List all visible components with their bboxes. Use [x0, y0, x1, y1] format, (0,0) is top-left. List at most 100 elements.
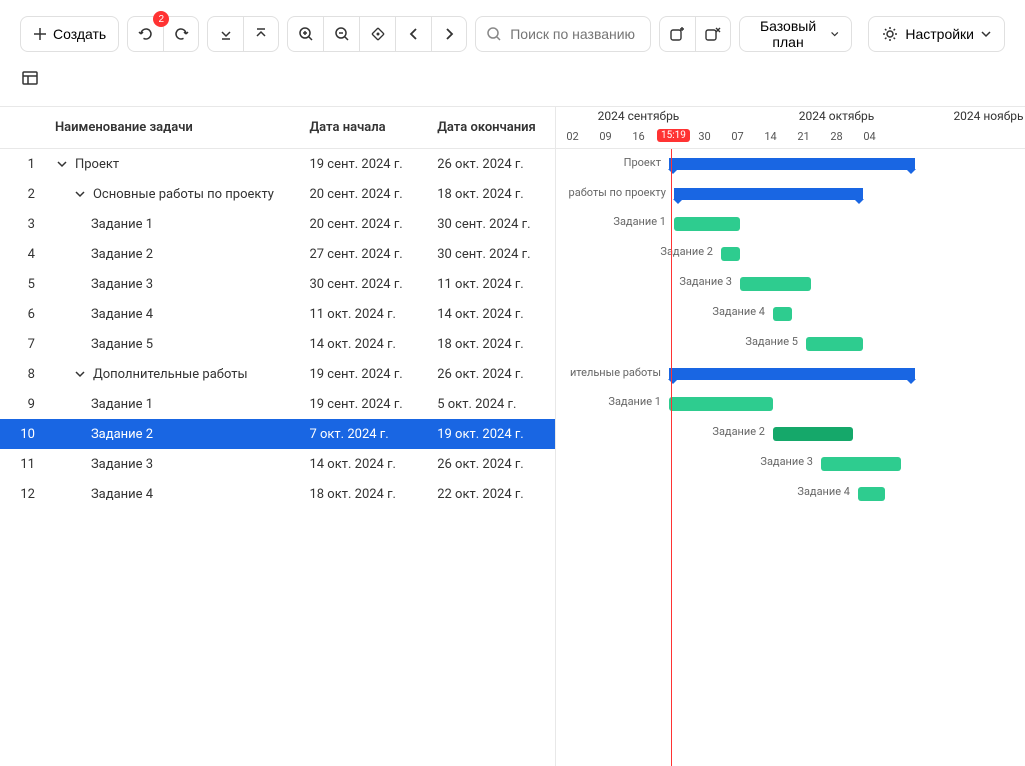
table-row[interactable]: 1Проект19 сент. 2024 г.26 окт. 2024 г.	[0, 149, 555, 179]
table-row[interactable]: 8Дополнительные работы19 сент. 2024 г.26…	[0, 359, 555, 389]
row-number: 3	[0, 209, 45, 239]
task-start-cell[interactable]: 7 окт. 2024 г.	[299, 419, 427, 449]
collapse-all-button[interactable]	[243, 16, 279, 52]
gantt-row: Задание 1	[556, 209, 1025, 239]
task-name-cell[interactable]: Задание 4	[45, 299, 300, 329]
table-row[interactable]: 12Задание 418 окт. 2024 г.22 окт. 2024 г…	[0, 479, 555, 509]
zoom-out-button[interactable]	[323, 16, 359, 52]
timeline-day-label: 09	[589, 128, 622, 149]
gantt-bar[interactable]: Проект	[669, 158, 915, 170]
task-end-cell[interactable]: 18 окт. 2024 г.	[427, 179, 555, 209]
task-start-cell[interactable]: 19 сент. 2024 г.	[299, 359, 427, 389]
task-end-cell[interactable]: 14 окт. 2024 г.	[427, 299, 555, 329]
table-row[interactable]: 2Основные работы по проекту20 сент. 2024…	[0, 179, 555, 209]
task-start-cell[interactable]: 18 окт. 2024 г.	[299, 479, 427, 509]
gantt-bar[interactable]: Задание 5	[806, 337, 863, 351]
task-start-cell[interactable]: 27 сент. 2024 г.	[299, 239, 427, 269]
table-row[interactable]: 9Задание 119 сент. 2024 г.5 окт. 2024 г.	[0, 389, 555, 419]
task-name-cell[interactable]: Дополнительные работы	[45, 359, 300, 389]
chevron-down-icon[interactable]	[55, 159, 69, 169]
table-row[interactable]: 7Задание 514 окт. 2024 г.18 окт. 2024 г.	[0, 329, 555, 359]
task-start-cell[interactable]: 30 сент. 2024 г.	[299, 269, 427, 299]
timeline-day-label: 07	[721, 128, 754, 149]
task-name-cell[interactable]: Задание 3	[45, 449, 300, 479]
task-name-cell[interactable]: Задание 2	[45, 419, 300, 449]
task-end-cell[interactable]: 18 окт. 2024 г.	[427, 329, 555, 359]
task-end-cell[interactable]: 26 окт. 2024 г.	[427, 149, 555, 179]
nav-next-button[interactable]	[431, 16, 467, 52]
gantt-bar[interactable]: Задание 2	[773, 427, 853, 441]
nav-prev-button[interactable]	[395, 16, 431, 52]
gantt-bar[interactable]: работы по проекту	[674, 188, 863, 200]
task-end-cell[interactable]: 30 сент. 2024 г.	[427, 239, 555, 269]
expand-all-button[interactable]	[207, 16, 243, 52]
task-end-cell[interactable]: 22 окт. 2024 г.	[427, 479, 555, 509]
task-start-cell[interactable]: 20 сент. 2024 г.	[299, 179, 427, 209]
gantt-bar[interactable]: Задание 4	[773, 307, 792, 321]
table-row[interactable]: 4Задание 227 сент. 2024 г.30 сент. 2024 …	[0, 239, 555, 269]
link-plus-button[interactable]	[659, 16, 695, 52]
gantt-bar[interactable]: Задание 1	[674, 217, 740, 231]
main-toolbar: Создать 2	[0, 0, 1025, 62]
chevron-down-icon[interactable]	[73, 189, 87, 199]
task-end-cell[interactable]: 26 окт. 2024 г.	[427, 449, 555, 479]
gantt-bar[interactable]: Задание 2	[721, 247, 740, 261]
row-number: 9	[0, 389, 45, 419]
plus-icon	[33, 27, 47, 41]
table-row[interactable]: 11Задание 314 окт. 2024 г.26 окт. 2024 г…	[0, 449, 555, 479]
task-name-cell[interactable]: Задание 3	[45, 269, 300, 299]
gantt-timeline-header: 2024 сентябрь2024 октябрь2024 ноябрь 020…	[556, 107, 1025, 149]
layout-toggle-button[interactable]	[20, 62, 52, 94]
task-start-cell[interactable]: 20 сент. 2024 г.	[299, 209, 427, 239]
zoom-in-icon	[298, 26, 314, 42]
task-name-cell[interactable]: Задание 1	[45, 209, 300, 239]
gantt-row: Задание 5	[556, 329, 1025, 359]
search-field[interactable]	[475, 16, 651, 52]
baseline-dropdown[interactable]: Базовый план	[739, 16, 852, 52]
task-end-cell[interactable]: 11 окт. 2024 г.	[427, 269, 555, 299]
settings-button[interactable]: Настройки	[868, 16, 1005, 52]
layout-icon	[20, 68, 40, 88]
gantt-bar[interactable]: ительные работы	[669, 368, 915, 380]
task-name-cell[interactable]: Проект	[45, 149, 300, 179]
create-button[interactable]: Создать	[20, 16, 119, 52]
task-name-cell[interactable]: Задание 2	[45, 239, 300, 269]
gantt-row: Задание 3	[556, 269, 1025, 299]
gantt-chart[interactable]: 2024 сентябрь2024 октябрь2024 ноябрь 020…	[556, 107, 1025, 766]
gantt-bar[interactable]: Задание 1	[669, 397, 773, 411]
link-remove-button[interactable]	[695, 16, 731, 52]
link-remove-icon	[704, 25, 722, 43]
task-start-cell[interactable]: 14 окт. 2024 г.	[299, 449, 427, 479]
zoom-in-button[interactable]	[287, 16, 323, 52]
task-name-cell[interactable]: Задание 5	[45, 329, 300, 359]
search-input[interactable]	[510, 26, 640, 42]
timeline-day-label: 28	[820, 128, 853, 149]
chevron-down-icon[interactable]	[73, 369, 87, 379]
table-row[interactable]: 10Задание 27 окт. 2024 г.19 окт. 2024 г.	[0, 419, 555, 449]
task-start-cell[interactable]: 19 сент. 2024 г.	[299, 389, 427, 419]
task-end-cell[interactable]: 26 окт. 2024 г.	[427, 359, 555, 389]
task-name-cell[interactable]: Задание 1	[45, 389, 300, 419]
table-row[interactable]: 3Задание 120 сент. 2024 г.30 сент. 2024 …	[0, 209, 555, 239]
gantt-bar[interactable]: Задание 3	[821, 457, 901, 471]
task-end-cell[interactable]: 30 сент. 2024 г.	[427, 209, 555, 239]
table-row[interactable]: 5Задание 330 сент. 2024 г.11 окт. 2024 г…	[0, 269, 555, 299]
grid-header-name[interactable]: Наименование задачи	[45, 107, 300, 148]
grid-header-end[interactable]: Дата окончания	[427, 107, 555, 148]
settings-label: Настройки	[905, 26, 974, 42]
undo-button[interactable]: 2	[127, 16, 163, 52]
grid-header-start[interactable]: Дата начала	[299, 107, 427, 148]
gantt-bar[interactable]: Задание 4	[858, 487, 885, 501]
row-number: 8	[0, 359, 45, 389]
zoom-fit-button[interactable]	[359, 16, 395, 52]
task-end-cell[interactable]: 5 окт. 2024 г.	[427, 389, 555, 419]
task-start-cell[interactable]: 14 окт. 2024 г.	[299, 329, 427, 359]
task-name-cell[interactable]: Основные работы по проекту	[45, 179, 300, 209]
gantt-bar[interactable]: Задание 3	[740, 277, 811, 291]
task-end-cell[interactable]: 19 окт. 2024 г.	[427, 419, 555, 449]
task-name-label: Задание 2	[91, 427, 153, 442]
table-row[interactable]: 6Задание 411 окт. 2024 г.14 окт. 2024 г.	[0, 299, 555, 329]
task-name-cell[interactable]: Задание 4	[45, 479, 300, 509]
task-start-cell[interactable]: 11 окт. 2024 г.	[299, 299, 427, 329]
task-start-cell[interactable]: 19 сент. 2024 г.	[299, 149, 427, 179]
